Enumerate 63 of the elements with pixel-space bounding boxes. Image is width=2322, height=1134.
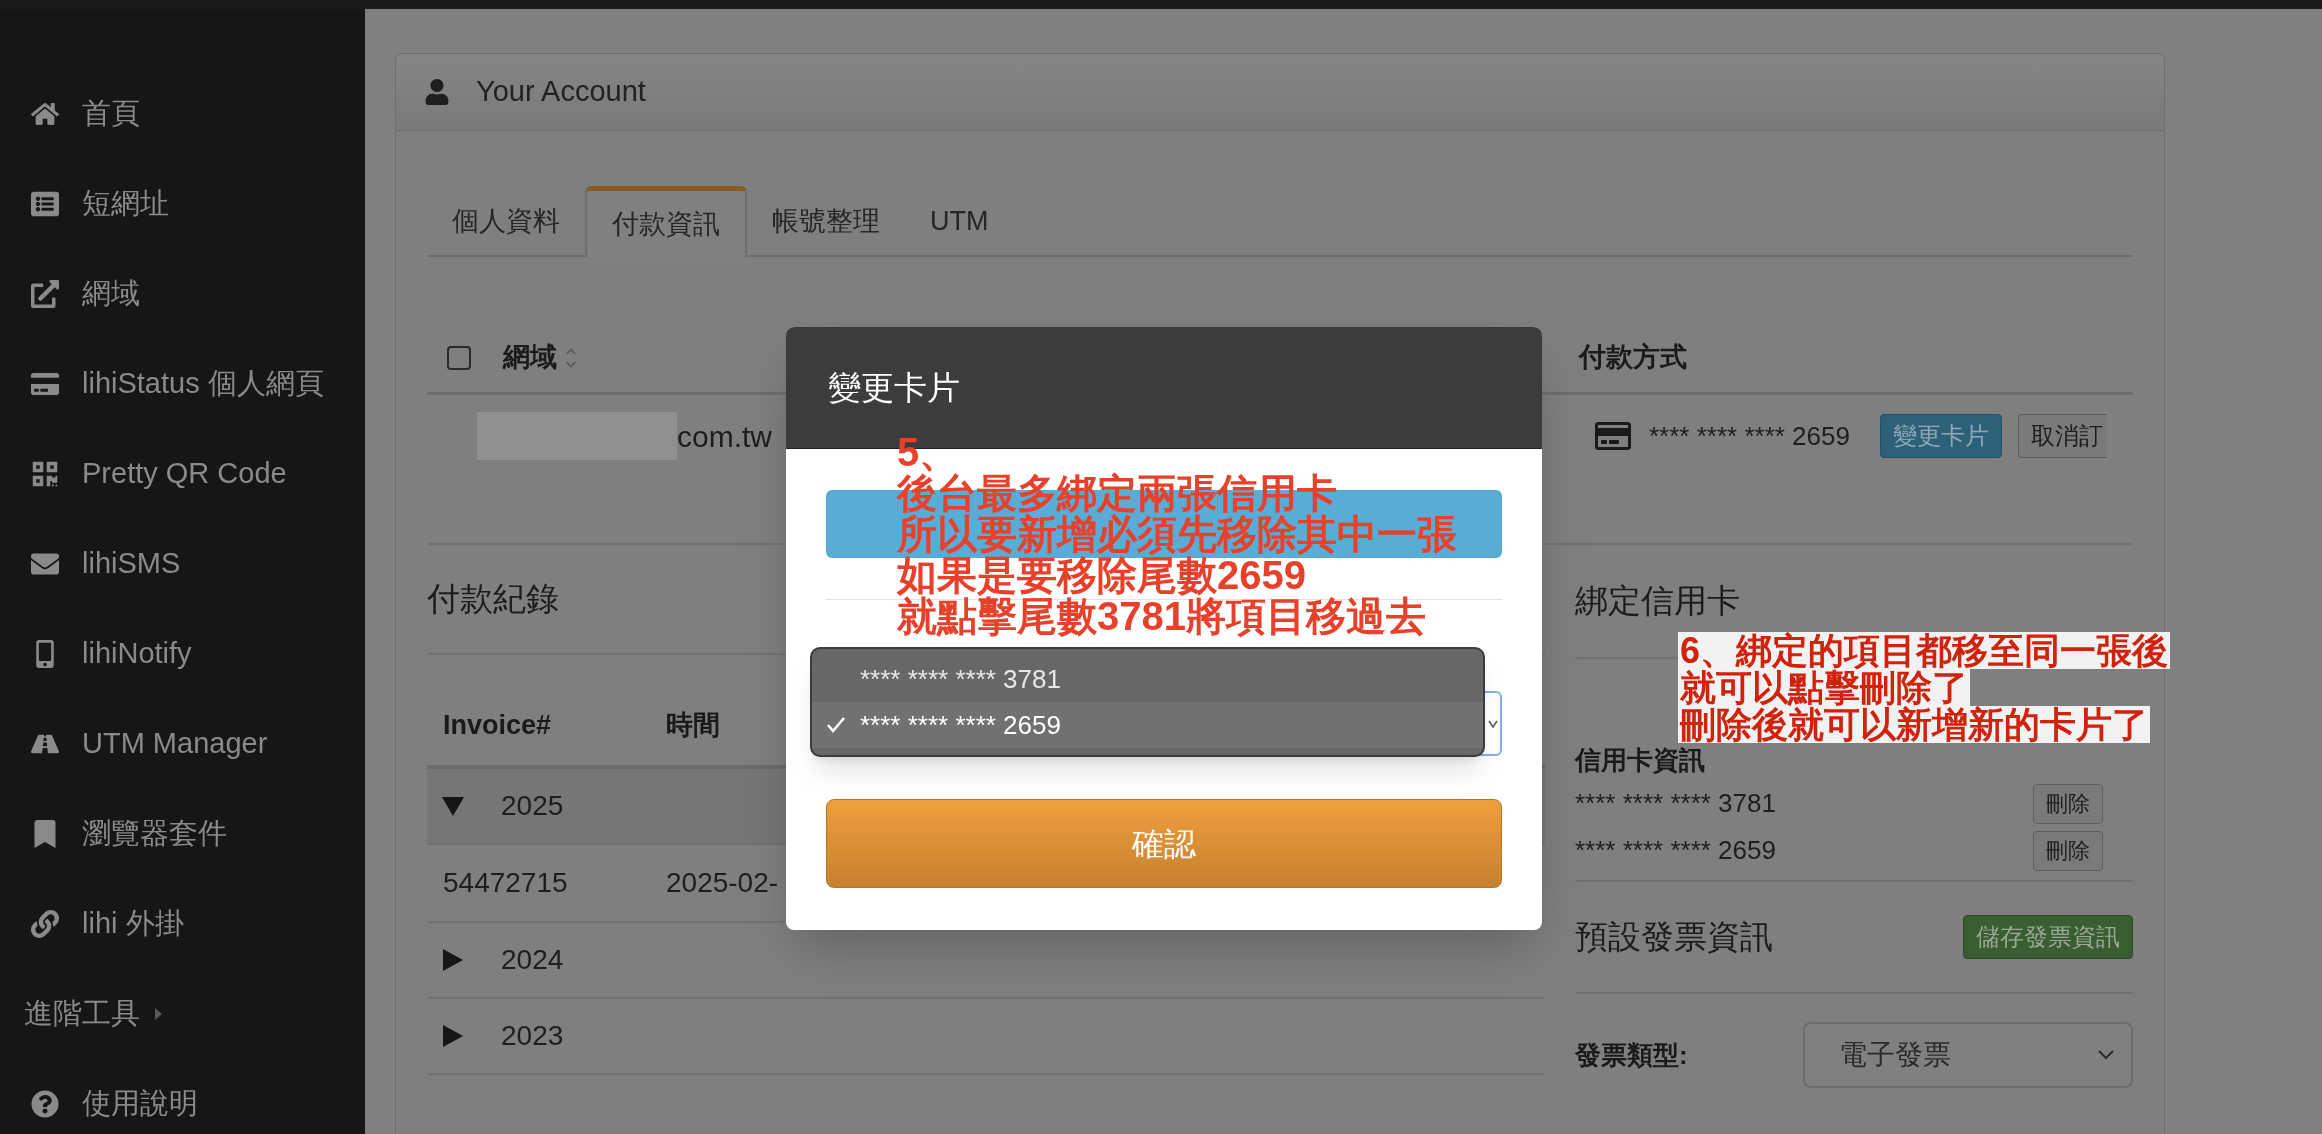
- sidebar-item[interactable]: 使用說明: [0, 1059, 365, 1134]
- table-cell-text: 54472715: [443, 866, 569, 900]
- cancel-subscription-button[interactable]: 取消訂: [2017, 414, 2107, 458]
- select-all-checkbox[interactable]: [447, 345, 471, 370]
- save-invoice-button[interactable]: 儲存發票資訊: [1963, 915, 2133, 959]
- column-header[interactable]: 網域: [503, 337, 557, 378]
- card-number: **** **** **** 3781: [1575, 787, 1776, 820]
- section-title: 付款紀錄: [427, 579, 559, 620]
- column-header: 付款方式: [1579, 341, 1687, 375]
- external-link-icon: [30, 280, 60, 308]
- sidebar-item[interactable]: lihiStatus 個人網頁: [0, 339, 365, 429]
- delete-button[interactable]: 刪除: [2033, 783, 2103, 824]
- delete-button[interactable]: 刪除: [2033, 830, 2103, 871]
- tab[interactable]: UTM: [905, 186, 1014, 257]
- year-label[interactable]: 2025: [501, 785, 564, 827]
- table-cell-text: com.tw: [677, 418, 772, 455]
- qr-code-icon: [30, 460, 60, 488]
- subsection-title: 信用卡資訊: [1575, 745, 1705, 775]
- sidebar-item[interactable]: UTM Manager: [0, 699, 365, 789]
- sidebar-item[interactable]: 網域: [0, 249, 365, 339]
- sidebar-item[interactable]: lihiNotify: [0, 609, 365, 699]
- year-label[interactable]: 2023: [501, 1015, 564, 1057]
- annotation-text: 就點擊尾數3781將項目移過去: [897, 596, 1427, 637]
- help-icon: [30, 1090, 60, 1118]
- panel-title: Your Account: [476, 74, 646, 110]
- year-label[interactable]: 2024: [501, 939, 564, 981]
- annotation-text: 刪除後就可以新增新的卡片了: [1678, 706, 2150, 743]
- user-icon: [424, 79, 450, 105]
- change-card-button[interactable]: 變更卡片: [1879, 414, 2002, 458]
- column-header: 時間: [666, 708, 720, 742]
- annotation-text: 如果是要移除尾數2659: [897, 555, 1306, 596]
- sidebar-item[interactable]: lihi 外掛: [0, 879, 365, 969]
- list-icon: [30, 190, 60, 218]
- card-icon: [30, 370, 60, 398]
- sidebar-item[interactable]: 瀏覽器套件: [0, 789, 365, 879]
- link-icon: [30, 910, 60, 938]
- home-icon: [30, 100, 60, 128]
- dropdown-option[interactable]: **** **** **** 3781: [812, 656, 1483, 702]
- field-label: 發票類型:: [1575, 1038, 1688, 1072]
- sidebar-item[interactable]: lihiSMS: [0, 519, 365, 609]
- table-cell-text: 2025-02-: [666, 866, 779, 900]
- column-header: Invoice#: [443, 708, 553, 742]
- tab[interactable]: 個人資料: [427, 186, 585, 257]
- annotation-text: 就可以點擊刪除了: [1678, 669, 1970, 706]
- card-number: **** **** **** 2659: [1575, 834, 1776, 867]
- section-title: 綁定信用卡: [1575, 581, 1740, 622]
- sidebar-item[interactable]: 首頁: [0, 69, 365, 159]
- confirm-button[interactable]: 確認: [826, 799, 1502, 888]
- section-title: 預設發票資訊: [1575, 917, 1773, 958]
- sidebar-item[interactable]: 短網址: [0, 159, 365, 249]
- dialog-title: 變更卡片: [828, 367, 960, 408]
- annotation-text: 所以要新增必須先移除其中一張: [897, 514, 1457, 555]
- card-number: **** **** **** 2659: [1649, 419, 1850, 453]
- sidebar-item[interactable]: Pretty QR Code: [0, 429, 365, 519]
- dropdown-option[interactable]: **** **** **** 2659: [812, 702, 1483, 748]
- tab[interactable]: 帳號整理: [747, 186, 905, 257]
- chevron-down-icon: [2097, 1049, 2115, 1061]
- sidebar-item[interactable]: 進階工具: [0, 969, 365, 1059]
- chevron-down-icon: [1488, 719, 1498, 728]
- annotation-text: 6、綁定的項目都移至同一張後: [1678, 632, 2171, 669]
- invoice-type-select[interactable]: 電子發票: [1803, 1022, 2133, 1088]
- tab[interactable]: 付款資訊: [585, 186, 747, 257]
- check-icon: [826, 716, 846, 734]
